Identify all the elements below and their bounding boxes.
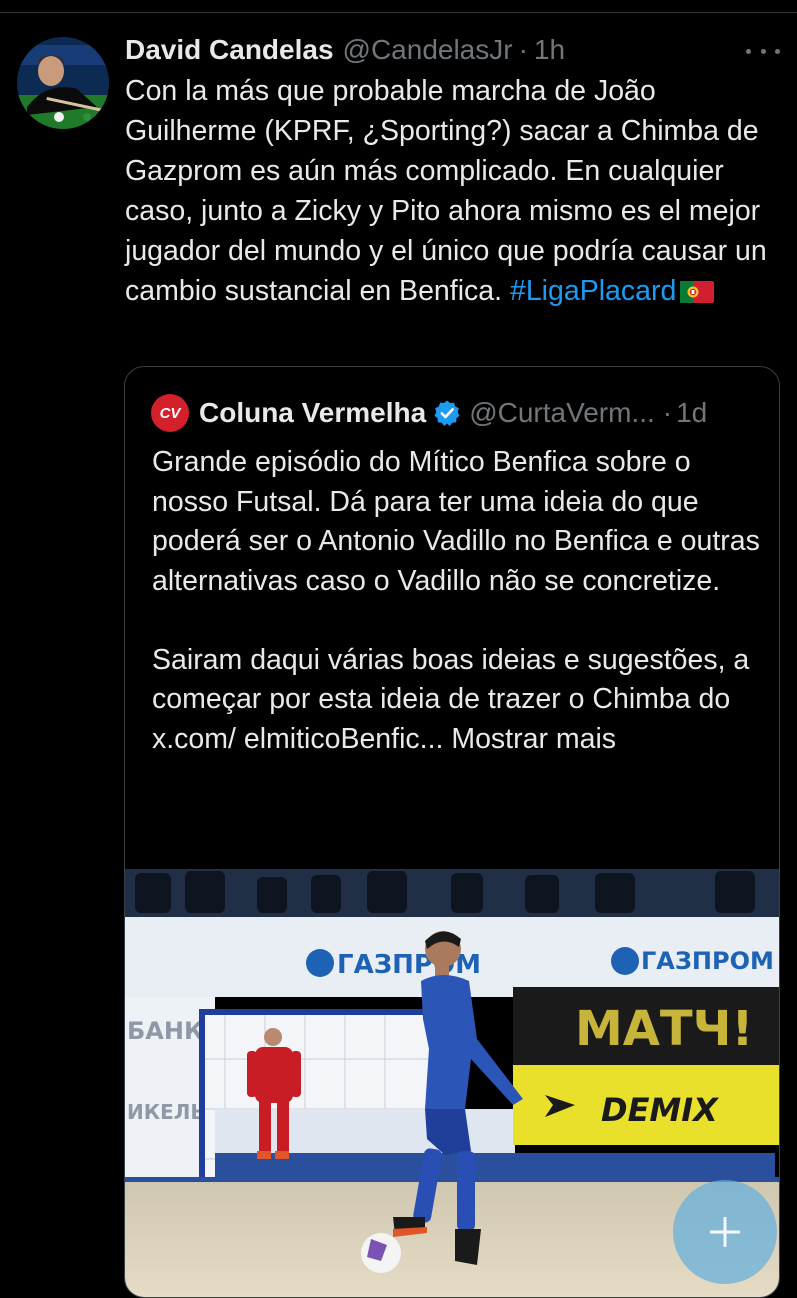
quote-time[interactable]: 1d — [676, 397, 707, 429]
quote-author-name[interactable]: Coluna Vermelha — [199, 397, 426, 429]
quote-header: CV Coluna Vermelha @CurtaVerm... · 1d — [151, 393, 707, 433]
author-handle[interactable]: @CandelasJr — [343, 34, 513, 66]
author-name[interactable]: David Candelas — [125, 34, 334, 66]
tweet-header: David Candelas @CandelasJr · 1h — [125, 33, 565, 67]
quote-author-handle[interactable]: @CurtaVerm... — [469, 397, 655, 429]
tweet[interactable]: David Candelas @CandelasJr · 1h Con la m… — [0, 13, 797, 1298]
avatar[interactable] — [17, 37, 109, 129]
sign-left: БАНК — [127, 1017, 204, 1045]
quote-paragraph-2: Sairam daqui várias boas ideias e sugest… — [152, 641, 762, 760]
tweet-body: Con la más que probable marcha de João G… — [125, 75, 767, 307]
quoted-tweet[interactable]: CV Coluna Vermelha @CurtaVerm... · 1d Gr… — [124, 366, 780, 1298]
show-more-link[interactable]: Mostrar mais — [451, 723, 616, 755]
quote-paragraph-1: Grande episódio do Mítico Benfica sobre … — [152, 446, 760, 597]
compose-button[interactable] — [673, 1180, 777, 1284]
hashtag-link[interactable]: #LigaPlacard — [510, 275, 676, 307]
more-dots-icon[interactable] — [746, 41, 780, 61]
sign-match: МАТЧ! — [575, 1001, 753, 1057]
tweet-time[interactable]: 1h — [534, 34, 565, 66]
quote-text: Grande episódio do Mítico Benfica sobre … — [152, 443, 762, 759]
quote-separator-dot: · — [662, 397, 673, 428]
coluna-vermelha-logo[interactable]: CV — [151, 394, 189, 432]
plus-icon — [710, 1217, 740, 1247]
portugal-flag-icon — [680, 274, 715, 303]
banner-brand-right: ГАЗПРОМ — [641, 947, 774, 975]
verified-badge-icon — [433, 399, 461, 427]
sign-demix: DEMIX — [601, 1091, 719, 1129]
sign-left-lower: ИКЕЛЬ — [127, 1100, 206, 1124]
separator-dot: · — [518, 34, 528, 65]
tweet-text: Con la más que probable marcha de João G… — [125, 71, 785, 311]
